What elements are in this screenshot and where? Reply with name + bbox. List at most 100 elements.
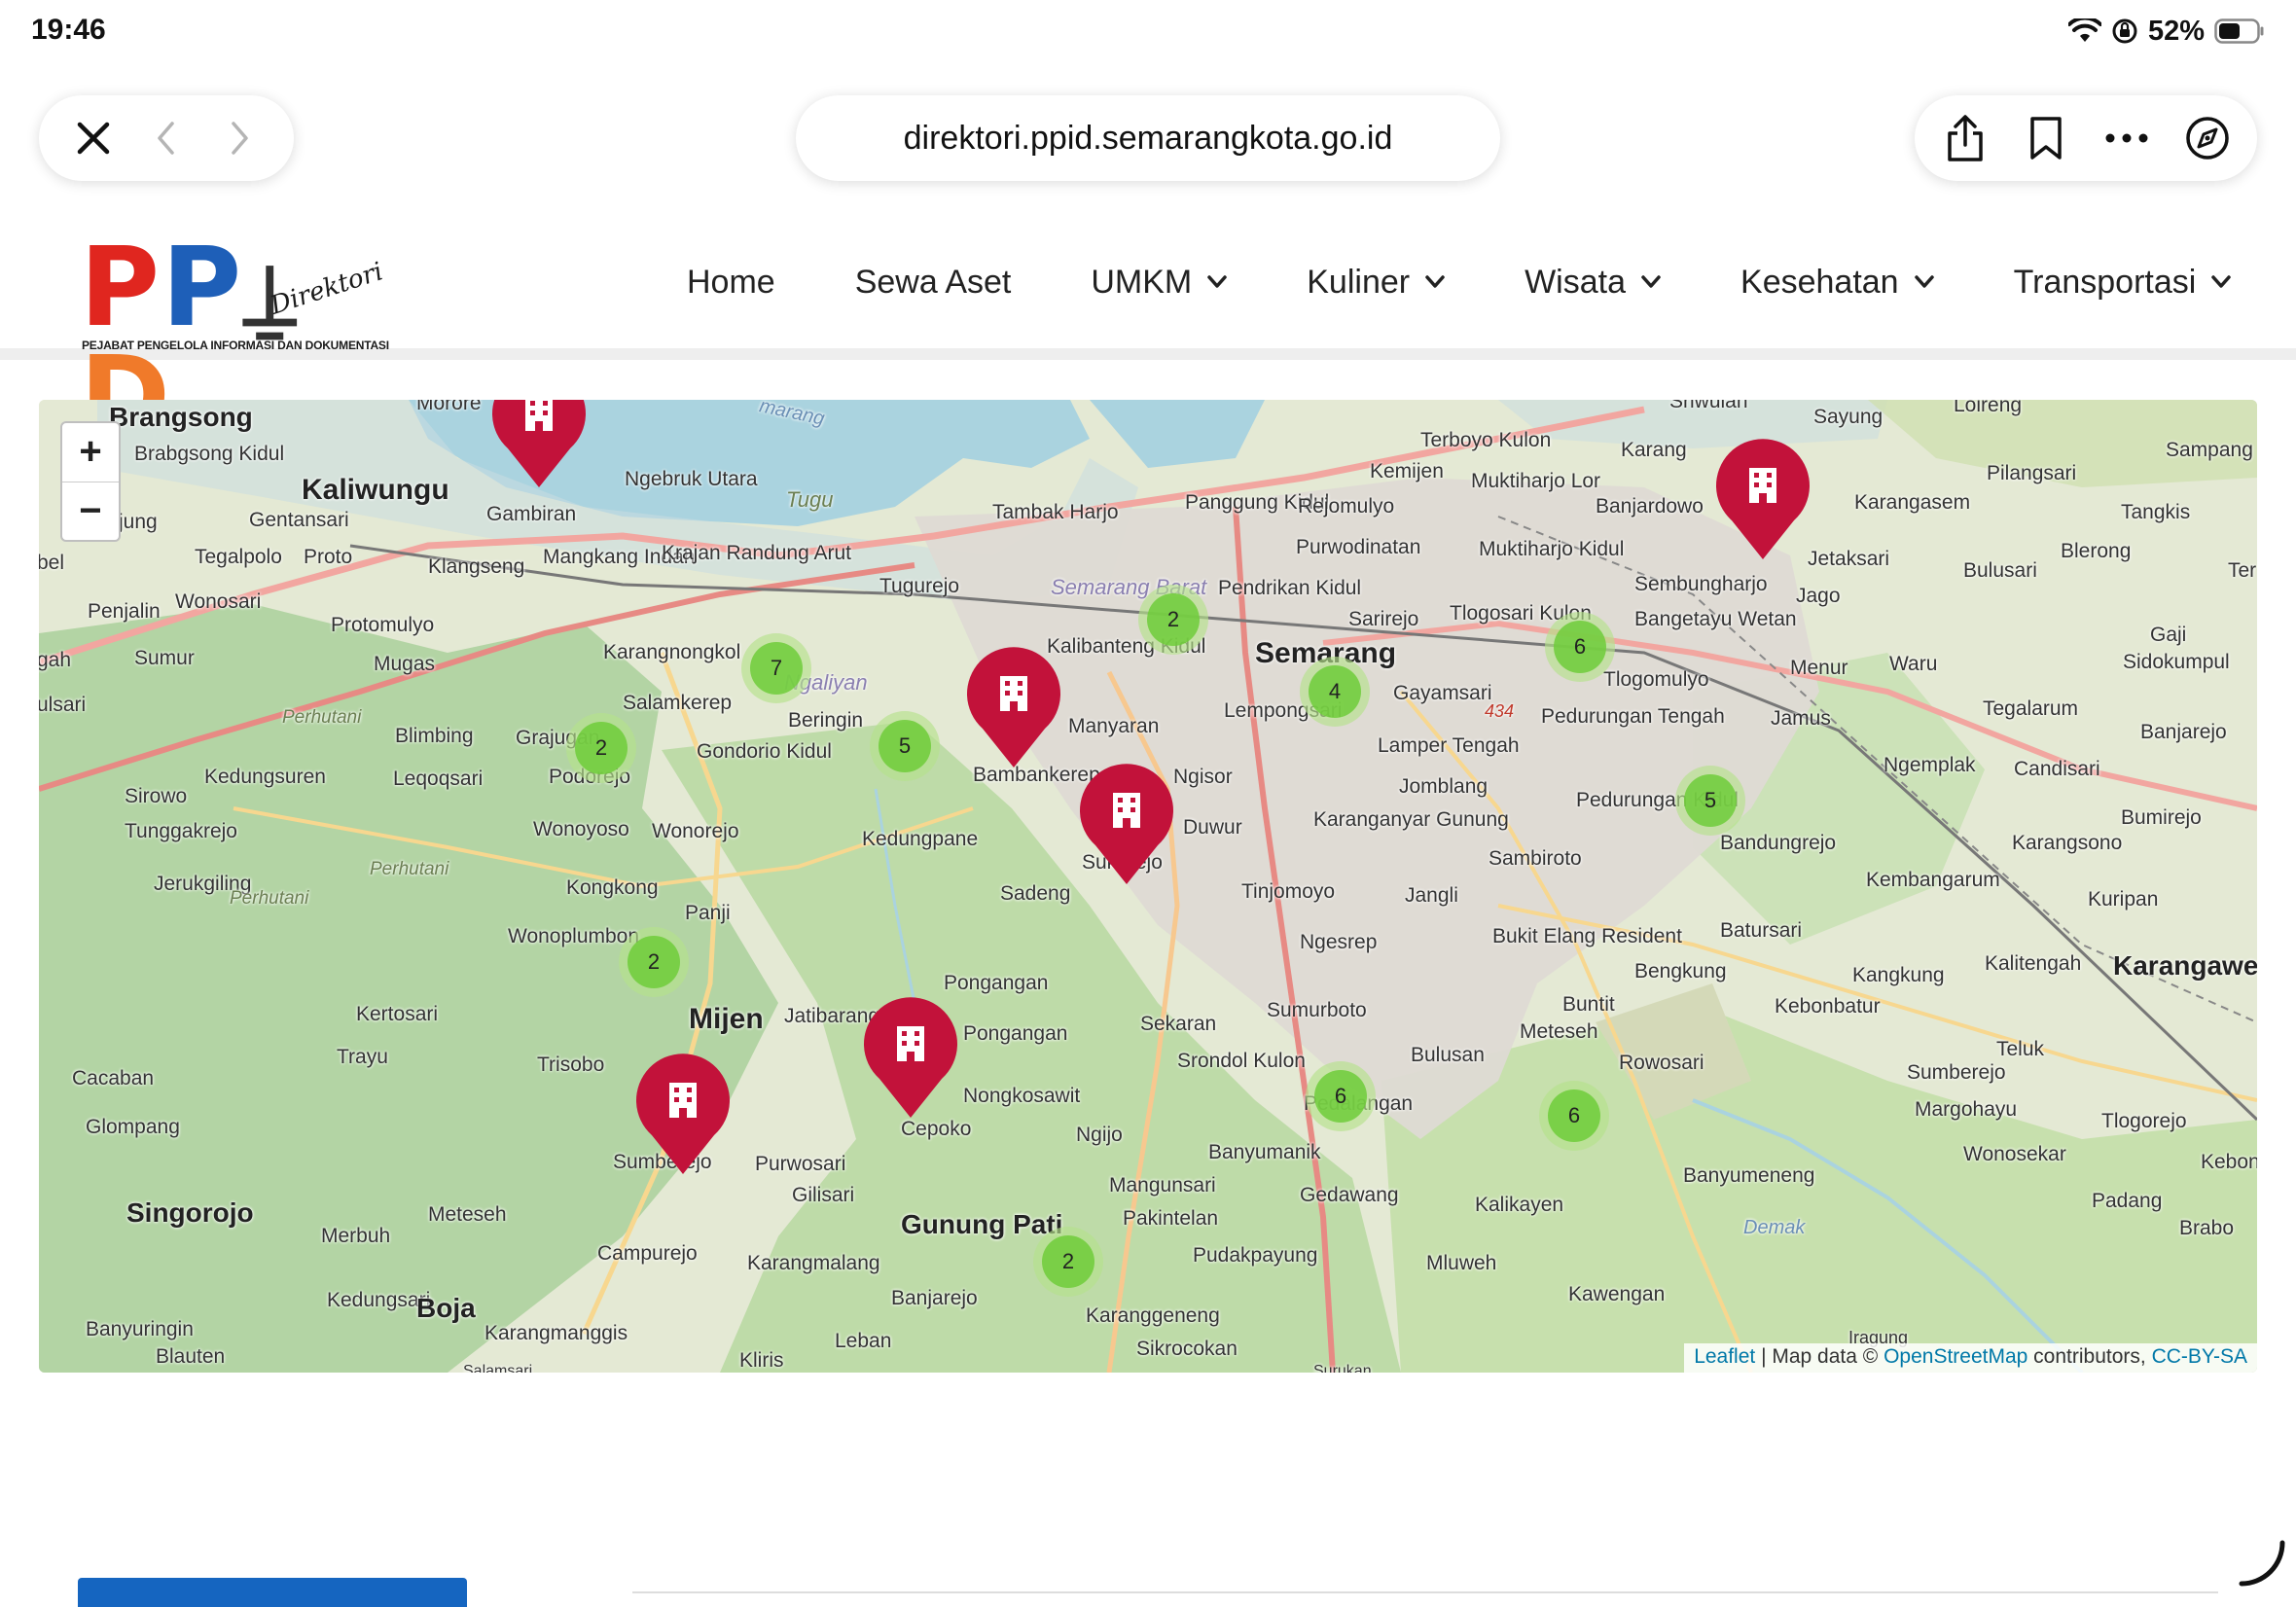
map-label: Tunggakrejo (125, 820, 237, 842)
map-label: Krajan Randung Arut (662, 542, 851, 564)
nav-transportasi[interactable]: Transportasi (2014, 264, 2232, 302)
marker-cluster[interactable]: 2 (1033, 1227, 1103, 1297)
map-label: Karang (1621, 439, 1687, 461)
bookmark-icon[interactable] (2019, 111, 2073, 165)
map-label: Sambiroto (1489, 847, 1582, 870)
map-label: Leqoqsari (393, 768, 484, 790)
status-icons: 52% (2067, 12, 2265, 51)
map-label: Blerong (2061, 540, 2132, 562)
map-label: Ngijo (1076, 1124, 1123, 1146)
close-icon[interactable] (66, 111, 121, 165)
map-label: Margohayu (1915, 1098, 2018, 1121)
map-label: Campurejo (597, 1242, 698, 1265)
address-bar[interactable]: direktori.ppid.semarangkota.go.id (796, 95, 1500, 181)
marker-cluster[interactable]: 6 (1545, 612, 1615, 682)
map-label: Brabo (2179, 1217, 2235, 1239)
map-label: ulsari (39, 694, 87, 716)
map-label: Muktiharjo Kidul (1479, 538, 1625, 560)
map-label: Menur (1790, 657, 1848, 679)
map-label: Gedawang (1300, 1184, 1399, 1206)
marker-cluster[interactable]: 2 (566, 713, 636, 783)
map-label: Sekaran (1140, 1013, 1217, 1035)
building-marker-icon[interactable] (488, 400, 590, 489)
status-time: 19:46 (31, 14, 106, 46)
map-label: Muktiharjo Lor (1471, 470, 1601, 492)
nav-wisata[interactable]: Wisata (1525, 264, 1661, 302)
map-label: Jomblang (1399, 775, 1489, 798)
orientation-lock-icon (2112, 18, 2137, 44)
leaflet-link[interactable]: Leaflet (1694, 1345, 1755, 1368)
map-label: Kedungpane (862, 828, 979, 850)
map-label: Perhutani (230, 888, 309, 909)
map-label: Kembangarum (1866, 869, 2000, 891)
map-label: Banyumeneng (1683, 1164, 1815, 1187)
map-label: Jetaksari (1808, 548, 1890, 570)
map-label: Sadeng (1000, 882, 1071, 905)
map-label: Ter (2228, 559, 2257, 582)
marker-cluster[interactable]: 6 (1306, 1061, 1376, 1131)
map-label: Pongangan (944, 972, 1049, 994)
marker-cluster[interactable]: 2 (619, 927, 689, 997)
map-label: Meteseh (1520, 1020, 1598, 1043)
map-label: Kawengan (1568, 1283, 1666, 1305)
zoom-out-button[interactable]: − (62, 481, 119, 541)
marker-cluster[interactable]: 4 (1300, 657, 1370, 727)
building-marker-icon[interactable] (632, 1053, 734, 1176)
zoom-in-button[interactable]: + (62, 423, 119, 482)
map-label: Gondorio Kidul (697, 740, 832, 763)
ppid-logo[interactable]: PP⍊D Direktori PEJABAT PENGELOLA INFORMA… (80, 224, 389, 451)
map-label: Pedurungan Tengah (1541, 705, 1725, 728)
marker-cluster[interactable]: 6 (1539, 1081, 1609, 1151)
map-label: Karanggeneng (1086, 1304, 1220, 1327)
browser-toolbar: direktori.ppid.semarangkota.go.id (0, 60, 2296, 216)
building-marker-icon[interactable] (1712, 439, 1813, 561)
map-label: Salamkerep (623, 692, 733, 714)
license-link[interactable]: CC-BY-SA (2152, 1345, 2247, 1368)
map-label: Bengkung (1634, 960, 1727, 982)
share-icon[interactable] (1938, 111, 1992, 165)
nav-home[interactable]: Home (687, 264, 775, 302)
map-label: Panji (685, 902, 731, 924)
marker-cluster[interactable]: 5 (1675, 766, 1745, 836)
map-label: 434 (1485, 701, 1515, 721)
back-icon[interactable] (139, 111, 194, 165)
map-label: Sumberejo (1907, 1061, 2006, 1084)
osm-link[interactable]: OpenStreetMap (1883, 1345, 2027, 1368)
marker-cluster[interactable]: 5 (870, 711, 940, 781)
building-marker-icon[interactable] (963, 647, 1064, 769)
more-icon[interactable] (2099, 111, 2154, 165)
forward-icon[interactable] (212, 111, 267, 165)
map-label: Perhutani (282, 707, 362, 728)
chevron-down-icon (1641, 275, 1661, 288)
map-label: Pilangsari (1987, 462, 2077, 484)
compass-icon[interactable] (2180, 111, 2235, 165)
map-label: Jangli (1405, 884, 1458, 907)
nav-kesehatan[interactable]: Kesehatan (1740, 264, 1934, 302)
building-marker-icon[interactable] (860, 997, 961, 1120)
map-label: Gilisari (792, 1184, 855, 1206)
map-label: Kalitengah (1985, 952, 2082, 975)
nav-umkm[interactable]: UMKM (1091, 264, 1227, 302)
map-label: Karangasem (1854, 491, 1971, 514)
map[interactable]: Brangsong Brabgsong Kidul Kaliwungu Gent… (39, 400, 2257, 1373)
map-label: Sirowo (125, 785, 188, 807)
nav-kuliner[interactable]: Kuliner (1307, 264, 1445, 302)
map-label: Teluk (1996, 1038, 2045, 1060)
bottom-button[interactable] (78, 1578, 467, 1607)
map-label: Kedungsari (327, 1289, 431, 1311)
nav-sewa-aset[interactable]: Sewa Aset (855, 264, 1012, 302)
marker-cluster[interactable]: 2 (1138, 585, 1208, 655)
map-label: Meteseh (428, 1203, 507, 1226)
chevron-down-icon (1914, 275, 1934, 288)
map-label: Wonoyoso (533, 818, 629, 840)
map-label: Bukit Elang Resident (1492, 925, 1682, 947)
map-label: Brangsong (109, 402, 253, 432)
map-label: Kemijen (1370, 460, 1444, 482)
map-label: Proto (304, 546, 353, 568)
browser-nav-controls (39, 95, 294, 181)
map-label: Purwodinatan (1296, 536, 1421, 558)
building-marker-icon[interactable] (1076, 764, 1177, 886)
map-label: Mangunsari (1109, 1174, 1216, 1196)
marker-cluster[interactable]: 7 (741, 633, 811, 703)
map-label: Tugu (786, 487, 834, 512)
